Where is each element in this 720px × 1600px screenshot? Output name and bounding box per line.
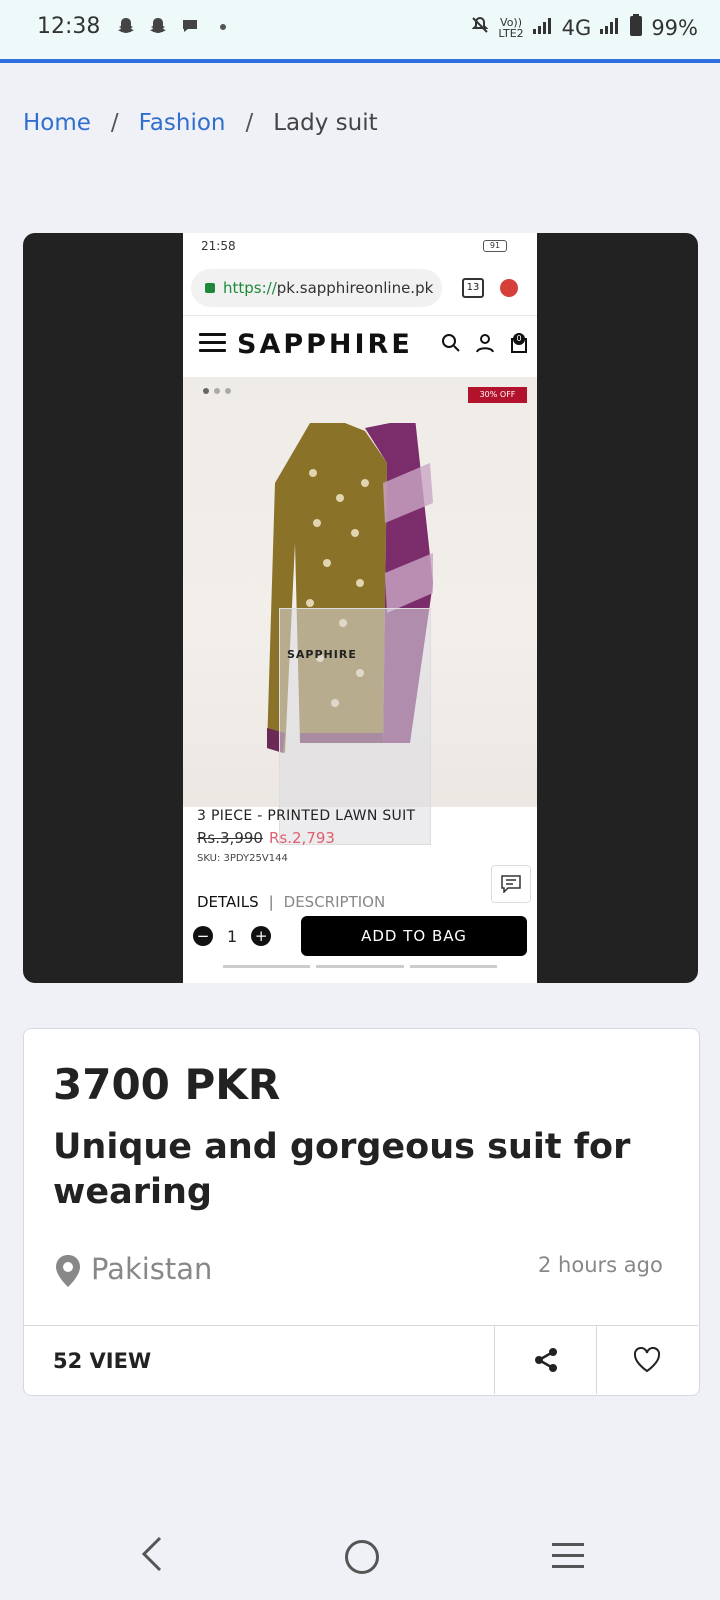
listing-price: 3700 PKR (53, 1060, 281, 1109)
photo-sale-price: Rs.2,793 (269, 829, 335, 847)
photo-url-bar: https://pk.sapphireonline.pk (191, 269, 442, 307)
breadcrumb: Home / Fashion / Lady suit (23, 110, 378, 136)
snapchat-icon (116, 16, 136, 41)
update-icon (500, 279, 518, 297)
favorite-button[interactable] (597, 1326, 697, 1393)
photo-add-to-bag-button: ADD TO BAG (301, 916, 527, 956)
recent-apps-icon[interactable] (552, 1543, 584, 1576)
listing-title: Unique and gorgeous suit for wearing (53, 1127, 631, 1212)
heart-icon (633, 1346, 661, 1372)
status-time: 12:38 (37, 14, 101, 39)
photo-cart-count: 0 (513, 333, 525, 345)
nested-brand-logo: SAPPHIRE (287, 648, 357, 661)
photo-old-price: Rs.3,990 (197, 829, 263, 847)
status-right-cluster: Vo)) LTE2 4G 99% (470, 14, 698, 41)
photo-brand-logo: SAPPHIRE (237, 329, 413, 360)
listing-location: Pakistan (91, 1252, 213, 1286)
lock-icon (205, 283, 215, 293)
home-icon[interactable] (345, 1540, 379, 1574)
photo-tabs-count: 13 (462, 278, 484, 298)
plus-icon: + (251, 926, 272, 946)
photo-tabs: DETAILS | DESCRIPTION (197, 893, 386, 911)
snapchat-icon (148, 16, 168, 41)
user-icon (476, 334, 494, 353)
breadcrumb-separator: / (245, 110, 254, 136)
photo-quantity-stepper: − 1 + (193, 926, 272, 946)
back-icon[interactable] (140, 1535, 164, 1573)
photo-chat-icon (491, 865, 531, 903)
minus-icon: − (193, 926, 213, 946)
discount-badge: 30% OFF (468, 387, 527, 403)
battery-icon (629, 14, 643, 41)
more-notifications-dot (220, 24, 226, 30)
mute-icon (470, 15, 490, 40)
view-count: 52 VIEW (53, 1349, 152, 1373)
carousel-dots (203, 388, 231, 394)
photo-product-title: 3 PIECE - PRINTED LAWN SUIT (197, 808, 416, 824)
status-bar-accent-line (0, 59, 720, 63)
listing-photo-screenshot: 21:58 91 https://pk.sapphireonline.pk 13… (183, 233, 537, 983)
listing-posted-time: 2 hours ago (538, 1253, 663, 1277)
share-button[interactable] (495, 1326, 596, 1393)
photo-status-bar: 21:58 91 (183, 233, 537, 259)
breadcrumb-current: Lady suit (273, 110, 378, 136)
search-icon (442, 334, 460, 352)
network-type: 4G (561, 15, 592, 40)
breadcrumb-separator: / (110, 110, 119, 136)
signal-icon-2 (599, 16, 621, 40)
share-icon (534, 1347, 557, 1372)
signal-icon (532, 16, 554, 40)
photo-bottom-indicator (223, 965, 497, 968)
location-pin-icon (56, 1255, 80, 1287)
battery-percent: 99% (651, 15, 698, 40)
volte-indicator: Vo)) LTE2 (498, 15, 524, 40)
chat-icon (180, 16, 200, 41)
breadcrumb-category-link[interactable]: Fashion (139, 110, 226, 136)
photo-battery: 91 (483, 240, 507, 252)
photo-menu-icon (199, 333, 226, 353)
breadcrumb-home-link[interactable]: Home (23, 110, 91, 136)
photo-sku: SKU: 3PDY25V144 (197, 853, 288, 864)
